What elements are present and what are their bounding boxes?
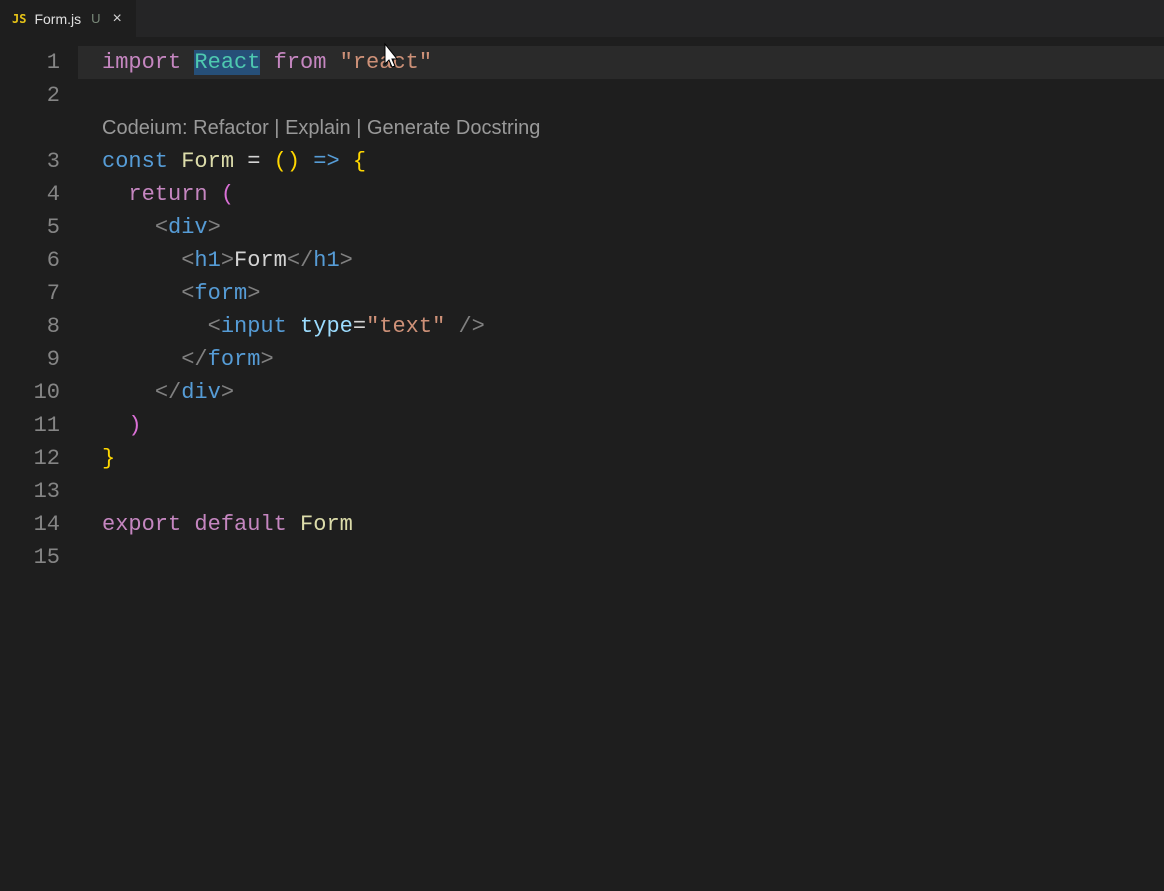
string-text: "text" (366, 314, 445, 339)
string-react: "react" (340, 50, 432, 75)
code-line-9[interactable]: </form> (78, 343, 1164, 376)
line-number: 1 (0, 46, 60, 79)
keyword-return: return (128, 182, 207, 207)
code-line-4[interactable]: return ( (78, 178, 1164, 211)
codelens-docstring[interactable]: Generate Docstring (367, 117, 540, 139)
line-number: 5 (0, 211, 60, 244)
line-number-gutter: 1 2 3 4 5 6 7 8 9 10 11 12 13 14 15 (0, 38, 78, 891)
tag-h1: h1 (194, 248, 220, 273)
line-number: 3 (0, 145, 60, 178)
code-line-12[interactable]: } (78, 442, 1164, 475)
line-number: 6 (0, 244, 60, 277)
line-number: 8 (0, 310, 60, 343)
keyword-export: export (102, 512, 181, 537)
keyword-default: default (194, 512, 286, 537)
code-lens: Codeium: Refactor | Explain | Generate D… (78, 112, 1164, 145)
identifier-form: Form (300, 512, 353, 537)
tab-filename: Form.js (34, 11, 81, 27)
tab-unsaved-indicator: U (91, 11, 100, 26)
attr-type: type (300, 314, 353, 339)
identifier-form: Form (181, 149, 234, 174)
code-line-10[interactable]: </div> (78, 376, 1164, 409)
code-line-14[interactable]: export default Form (78, 508, 1164, 541)
code-line-2[interactable] (78, 79, 1164, 112)
code-line-7[interactable]: <form> (78, 277, 1164, 310)
line-number: 14 (0, 508, 60, 541)
code-line-15[interactable] (78, 541, 1164, 574)
line-number: 7 (0, 277, 60, 310)
tab-bar: JS Form.js U × (0, 0, 1164, 38)
js-file-icon: JS (12, 12, 26, 26)
line-number: 11 (0, 409, 60, 442)
keyword-from: from (274, 50, 327, 75)
codelens-explain[interactable]: Explain (285, 117, 351, 139)
keyword-import: import (102, 50, 181, 75)
close-icon[interactable]: × (109, 10, 126, 28)
line-number: 15 (0, 541, 60, 574)
identifier-react-selected: React (194, 50, 260, 75)
tag-div: div (168, 215, 208, 240)
line-number-spacer (0, 112, 60, 145)
codelens-refactor[interactable]: Codeium: Refactor (102, 117, 269, 139)
line-number: 12 (0, 442, 60, 475)
tag-form: form (194, 281, 247, 306)
line-number: 2 (0, 79, 60, 112)
tab-form-js[interactable]: JS Form.js U × (0, 0, 136, 37)
text-form: Form (234, 248, 287, 273)
code-line-11[interactable]: ) (78, 409, 1164, 442)
keyword-const: const (102, 149, 168, 174)
code-line-8[interactable]: <input type="text" /> (78, 310, 1164, 343)
code-line-13[interactable] (78, 475, 1164, 508)
editor-area[interactable]: 1 2 3 4 5 6 7 8 9 10 11 12 13 14 15 impo… (0, 38, 1164, 891)
line-number: 4 (0, 178, 60, 211)
code-line-3[interactable]: const Form = () => { (78, 145, 1164, 178)
code-line-5[interactable]: <div> (78, 211, 1164, 244)
code-content[interactable]: import React from "react" Codeium: Refac… (78, 38, 1164, 891)
tag-input: input (221, 314, 287, 339)
line-number: 9 (0, 343, 60, 376)
line-number: 10 (0, 376, 60, 409)
code-line-6[interactable]: <h1>Form</h1> (78, 244, 1164, 277)
code-line-1[interactable]: import React from "react" (78, 46, 1164, 79)
line-number: 13 (0, 475, 60, 508)
